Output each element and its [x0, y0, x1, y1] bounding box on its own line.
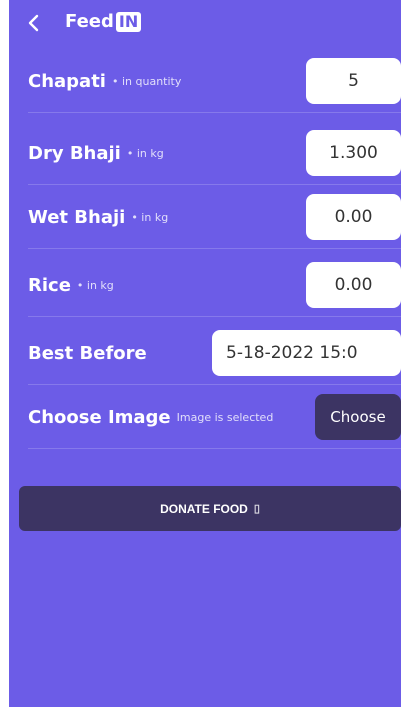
field-row-dry-bhaji: Dry Bhaji • in kg 1.300	[28, 121, 401, 185]
image-status: Image is selected	[176, 410, 274, 424]
donate-glyph-icon: ▯	[253, 503, 260, 515]
field-hint: • in kg	[126, 146, 164, 160]
donate-food-button[interactable]: DONATE FOOD ▯	[19, 486, 401, 531]
rice-kg-input[interactable]: 0.00	[306, 262, 401, 308]
field-row-wet-bhaji: Wet Bhaji • in kg 0.00	[28, 185, 401, 249]
best-before-datetime-input[interactable]: 5-18-2022 15:0	[212, 330, 401, 376]
field-label: Wet Bhaji	[28, 206, 126, 228]
field-hint: • in kg	[131, 210, 169, 224]
brand-badge: IN	[115, 11, 142, 32]
field-row-rice: Rice • in kg 0.00	[28, 253, 401, 317]
dry-bhaji-kg-input[interactable]: 1.300	[306, 130, 401, 176]
field-row-choose-image: Choose Image Image is selected Choose	[28, 385, 401, 449]
choose-image-button[interactable]: Choose	[315, 394, 401, 440]
field-hint: • in quantity	[111, 74, 182, 88]
app-bar: Feed IN	[9, 0, 401, 44]
field-label: Rice	[28, 274, 71, 296]
field-label: Dry Bhaji	[28, 142, 121, 164]
donate-label: DONATE FOOD	[160, 501, 248, 516]
field-hint: • in kg	[76, 278, 114, 292]
wet-bhaji-kg-input[interactable]: 0.00	[306, 194, 401, 240]
brand-text: Feed	[65, 11, 114, 32]
app-logo: Feed IN	[65, 11, 142, 32]
field-label: Chapati	[28, 70, 106, 92]
field-label: Choose Image	[28, 406, 171, 428]
field-label: Best Before	[28, 342, 147, 364]
field-row-chapati: Chapati • in quantity 5	[28, 49, 401, 113]
field-row-best-before: Best Before 5-18-2022 15:0	[28, 321, 401, 385]
chapati-quantity-input[interactable]: 5	[306, 58, 401, 104]
chevron-left-icon[interactable]	[25, 14, 43, 32]
app-screen: Feed IN Chapati • in quantity 5 Dry Bhaj…	[9, 0, 401, 707]
